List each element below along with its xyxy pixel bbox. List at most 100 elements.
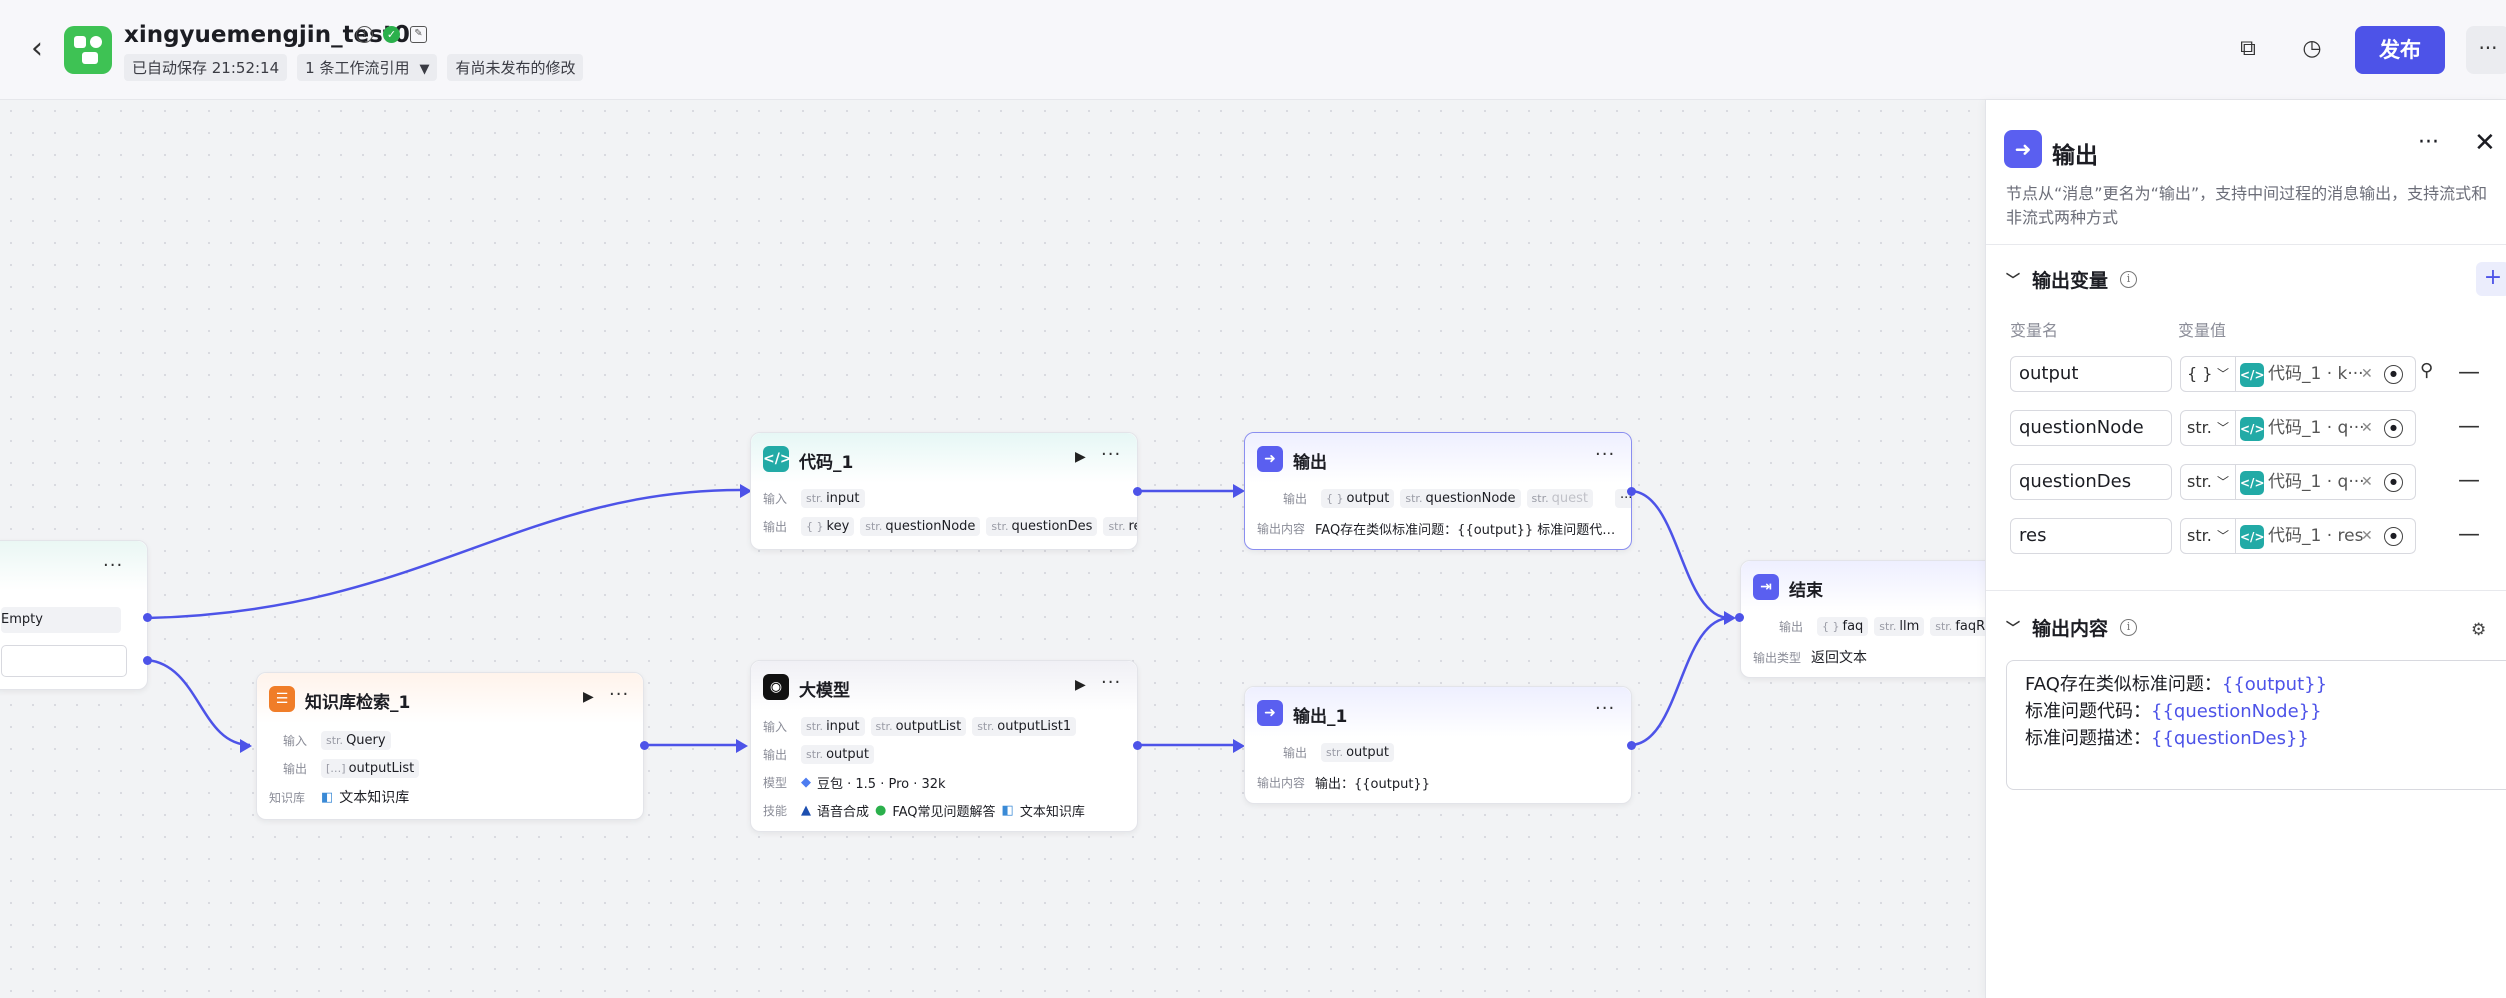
var-chip: { } faq xyxy=(1817,617,1869,636)
var-ref-selector[interactable]: </> 代码_1 · q··· ✕ ● xyxy=(2236,464,2416,500)
var-name-input[interactable]: questionDes xyxy=(2010,464,2172,500)
section-output-content[interactable]: ﹀ 输出内容 i xyxy=(2006,614,2138,641)
node-more-icon[interactable]: ··· xyxy=(1101,444,1121,465)
end-node[interactable]: ⇥ 结束 输出 { }faq str.llm str.faqRes1 输出类型返… xyxy=(1740,560,2000,678)
llm-node[interactable]: ◉ 大模型 ▶ ··· 输入 str. input str. outputList … xyxy=(750,660,1138,832)
output1-node[interactable]: ➜ 输出_1 ··· 输出 str. output 输出内容 输出：{{output}… xyxy=(1244,686,1632,804)
run-icon[interactable]: ▶ xyxy=(1075,677,1086,693)
node-title: 代码_1 xyxy=(799,453,854,473)
port-output-out[interactable] xyxy=(1627,487,1636,496)
content-preview: 输出：{{output}} xyxy=(1315,777,1430,792)
model-value: 豆包 · 1.5 · Pro · 32k xyxy=(817,777,946,792)
output-content-editor[interactable]: FAQ存在类似标准问题：{{output}} 标准问题代码：{{question… xyxy=(2006,660,2506,790)
var-chip: […] outputList xyxy=(321,759,420,778)
faq-icon: ● xyxy=(875,803,887,818)
section-output-vars[interactable]: ﹀ 输出变量 i xyxy=(2006,266,2138,293)
chevron-down-icon[interactable]: ﹀ xyxy=(2006,618,2020,638)
port-llm-out[interactable] xyxy=(1133,741,1142,750)
output-node[interactable]: ➜ 输出 ··· 输出 { } output str. questionNode s… xyxy=(1244,432,1632,550)
clear-icon[interactable]: ✕ xyxy=(2361,411,2373,445)
node-more-icon[interactable]: ··· xyxy=(1595,698,1615,719)
code-icon: </> xyxy=(2240,417,2265,441)
node-more-icon[interactable]: ··· xyxy=(1101,672,1121,693)
node-config-panel: ➜ 输出 ··· ✕ 节点从“消息”更名为“输出”，支持中间过程的消息输出，支持… xyxy=(1985,100,2506,998)
kb-value: 文本知识库 xyxy=(339,790,410,806)
var-name-input[interactable]: res xyxy=(2010,518,2172,554)
var-ref-selector[interactable]: </> 代码_1 · k··· ✕ ● xyxy=(2236,356,2416,392)
caret-down-icon: ▼ xyxy=(419,62,430,77)
info-icon[interactable]: i xyxy=(2120,619,2138,636)
kb-retrieval-node[interactable]: ☰ 知识库检索_1 ▶ ··· 输入 str. Query 输出 […] outputL… xyxy=(256,672,644,820)
publish-button[interactable]: 发布 xyxy=(2355,26,2445,74)
node-more-icon[interactable]: ··· xyxy=(103,555,123,576)
code-node[interactable]: </> 代码_1 ▶ ··· 输入 str. input 输出 { } key str… xyxy=(750,432,1138,550)
back-arrow-icon[interactable]: ‹ xyxy=(22,34,52,64)
var-type-select[interactable]: str. ﹀ xyxy=(2180,410,2236,446)
variable-picker-icon[interactable]: ● xyxy=(2384,419,2403,438)
info-icon[interactable]: i xyxy=(356,26,373,43)
clear-icon[interactable]: ✕ xyxy=(2361,519,2373,553)
chevron-down-icon: ﹀ xyxy=(2216,475,2229,489)
add-variable-button[interactable]: + xyxy=(2476,262,2506,296)
more-options-button[interactable]: ··· xyxy=(2466,26,2506,74)
var-name-input[interactable]: output xyxy=(2010,356,2172,392)
port-code-out[interactable] xyxy=(1133,487,1142,496)
chevron-down-icon[interactable]: ﹀ xyxy=(2006,270,2020,290)
port-start-2[interactable] xyxy=(143,656,152,665)
run-icon[interactable]: ▶ xyxy=(1075,449,1086,465)
port-kb-out[interactable] xyxy=(640,741,649,750)
start-node[interactable]: ··· Empty xyxy=(0,540,148,690)
remove-variable-button[interactable]: — xyxy=(2458,464,2480,498)
kb-icon: ◧ xyxy=(1001,803,1014,818)
panel-more-icon[interactable]: ··· xyxy=(2418,130,2439,155)
variable-picker-icon[interactable]: ● xyxy=(2384,473,2403,492)
row-label: 输出内容 xyxy=(1257,522,1306,536)
variable-picker-icon[interactable]: ● xyxy=(2384,527,2403,546)
remove-variable-button[interactable]: — xyxy=(2458,410,2480,444)
var-ref-selector[interactable]: </> 代码_1 · q··· ✕ ● xyxy=(2236,410,2416,446)
output-icon: ➜ xyxy=(1257,446,1283,472)
copy-icon[interactable]: ⧉ xyxy=(2233,34,2263,64)
clear-icon[interactable]: ✕ xyxy=(2361,357,2373,391)
kb-icon: ◧ xyxy=(321,789,334,805)
row-label: 输出 xyxy=(1779,620,1804,634)
info-icon[interactable]: i xyxy=(2120,271,2138,288)
node-more-icon[interactable]: ··· xyxy=(1595,444,1615,465)
llm-icon: ◉ xyxy=(763,674,789,700)
var-type-select[interactable]: str. ﹀ xyxy=(2180,464,2236,500)
node-more-icon[interactable]: ··· xyxy=(609,684,629,705)
edit-icon[interactable]: ✎ xyxy=(410,26,427,43)
var-chip: { } output xyxy=(1321,489,1395,508)
section-title: 输出变量 xyxy=(2032,270,2109,292)
port-end-in[interactable] xyxy=(1735,613,1744,622)
remove-variable-button[interactable]: — xyxy=(2458,356,2480,390)
port-start-1[interactable] xyxy=(143,613,152,622)
var-type-select[interactable]: { } ﹀ xyxy=(2180,356,2236,392)
var-chip: str. output xyxy=(801,745,874,764)
remove-variable-button[interactable]: — xyxy=(2458,518,2480,552)
sub-variable-icon[interactable]: ⚲ xyxy=(2420,360,2433,381)
var-chip: str. quest xyxy=(1526,489,1593,508)
run-icon[interactable]: ▶ xyxy=(583,689,594,705)
clear-icon[interactable]: ✕ xyxy=(2361,465,2373,499)
var-chip: str. outputList xyxy=(870,717,967,736)
port-output1-out[interactable] xyxy=(1627,741,1636,750)
app-logo-icon xyxy=(64,26,112,74)
workflow-ref-dropdown[interactable]: 1 条工作流引用 ▼ xyxy=(297,54,438,81)
settings-sliders-icon[interactable]: ⚙ xyxy=(2471,620,2486,640)
var-type-select[interactable]: str. ﹀ xyxy=(2180,518,2236,554)
history-icon[interactable]: ◷ xyxy=(2297,34,2327,64)
var-chip: str. questionDes xyxy=(986,517,1098,536)
var-row: questionNode str. ﹀ </> 代码_1 · q··· ✕ ● — xyxy=(2010,410,2506,446)
row-label: 输入 xyxy=(283,734,308,748)
check-status-icon: ✓ xyxy=(383,26,400,43)
variable-picker-icon[interactable]: ● xyxy=(2384,365,2403,384)
content-line: 标准问题代码：{{questionNode}} xyxy=(2025,701,2322,722)
start-input-field[interactable] xyxy=(1,645,127,677)
close-icon[interactable]: ✕ xyxy=(2474,128,2496,158)
row-label: 输入 xyxy=(763,492,788,506)
var-ref-selector[interactable]: </> 代码_1 · res ✕ ● xyxy=(2236,518,2416,554)
var-name-input[interactable]: questionNode xyxy=(2010,410,2172,446)
panel-description: 节点从“消息”更名为“输出”，支持中间过程的消息输出，支持流式和非流式两种方式 xyxy=(2006,184,2488,227)
row-label: 模型 xyxy=(763,776,788,790)
